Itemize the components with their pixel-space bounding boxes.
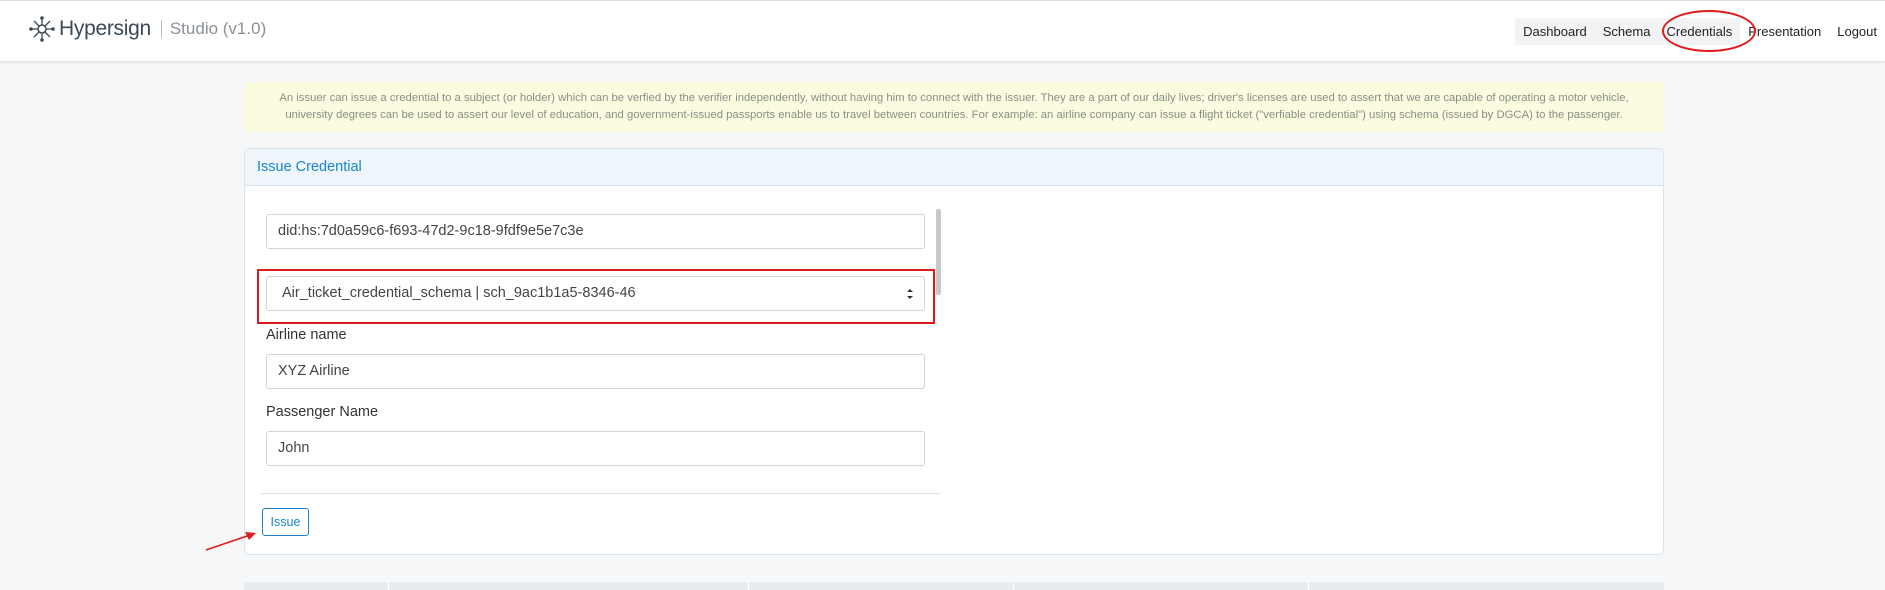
hypersign-logo-icon bbox=[29, 16, 55, 42]
annotation-circle bbox=[1662, 10, 1756, 52]
form-scrollbar[interactable] bbox=[936, 209, 941, 295]
passenger-name-label: Passenger Name bbox=[266, 404, 379, 420]
did-input[interactable]: did:hs:7d0a59c6-f693-47d2-9c18-9fdf9e5e7… bbox=[266, 214, 925, 249]
nav-dashboard[interactable]: Dashboard bbox=[1515, 18, 1595, 45]
select-caret-icon bbox=[907, 289, 913, 299]
form-divider bbox=[261, 493, 941, 494]
navbar: Hypersign Studio (v1.0) Dashboard Schema… bbox=[0, 0, 1885, 62]
airline-name-input[interactable]: XYZ Airline bbox=[266, 354, 925, 389]
info-banner: An issuer can issue a credential to a su… bbox=[244, 82, 1664, 132]
brand-name: Hypersign bbox=[59, 17, 151, 40]
nav-schema[interactable]: Schema bbox=[1594, 18, 1659, 45]
brand-separator bbox=[160, 20, 162, 38]
passenger-name-input[interactable]: John bbox=[266, 431, 925, 466]
table-header-strip bbox=[244, 582, 1664, 590]
annotation-arrow-icon bbox=[205, 532, 256, 551]
issue-button[interactable]: Issue bbox=[262, 508, 309, 536]
card-title: Issue Credential bbox=[245, 149, 1663, 186]
brand-studio-version: Studio (v1.0) bbox=[169, 19, 267, 38]
schema-select[interactable]: Air_ticket_credential_schema | sch_9ac1b… bbox=[266, 276, 925, 311]
nav-logout[interactable]: Logout bbox=[1829, 18, 1885, 45]
page: Hypersign Studio (v1.0) Dashboard Schema… bbox=[0, 0, 1885, 590]
airline-name-label: Airline name bbox=[266, 327, 347, 343]
schema-select-value: Air_ticket_credential_schema | sch_9ac1b… bbox=[282, 285, 636, 301]
brand[interactable]: Hypersign Studio (v1.0) bbox=[29, 15, 266, 43]
